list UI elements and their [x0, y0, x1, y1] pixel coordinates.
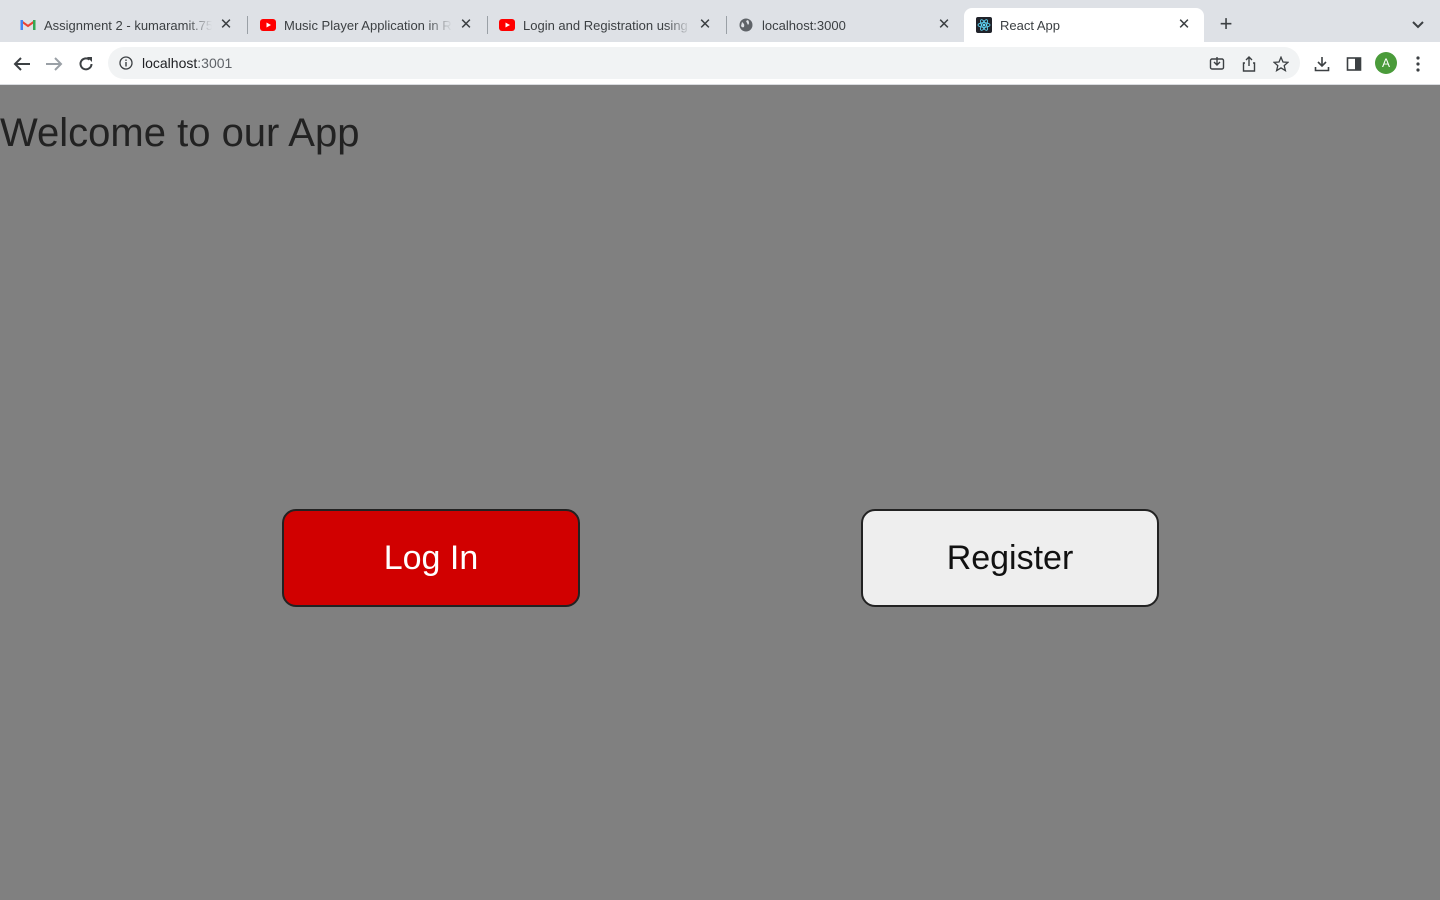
side-panel-icon[interactable]	[1343, 53, 1365, 75]
info-icon[interactable]	[118, 55, 134, 71]
profile-avatar[interactable]: A	[1375, 52, 1397, 74]
url-port: :3001	[197, 55, 233, 71]
tab-title: localhost:3000	[762, 17, 846, 33]
globe-icon	[738, 17, 754, 33]
page-title: Welcome to our App	[0, 111, 360, 155]
more-menu-icon[interactable]	[1407, 53, 1429, 75]
tab-title: Assignment 2 - kumaramit.75w	[44, 17, 212, 33]
tab-gmail[interactable]: Assignment 2 - kumaramit.75w ✕	[8, 8, 246, 42]
tab-music-player[interactable]: Music Player Application in React ✕	[248, 8, 486, 42]
share-icon[interactable]	[1239, 54, 1259, 74]
tab-login-registration[interactable]: Login and Registration using MERN ✕	[487, 8, 725, 42]
downloads-icon[interactable]	[1311, 53, 1333, 75]
browser-toolbar: localhost:3001 A	[0, 42, 1440, 85]
react-icon	[976, 17, 992, 33]
tab-strip: Assignment 2 - kumaramit.75w ✕ Music Pla…	[0, 0, 1440, 42]
gmail-icon	[20, 17, 36, 33]
tab-title: Login and Registration using MERN	[523, 17, 691, 33]
back-icon[interactable]	[9, 51, 35, 77]
install-app-icon[interactable]	[1207, 54, 1227, 74]
close-icon[interactable]: ✕	[218, 17, 234, 33]
close-icon[interactable]: ✕	[1176, 17, 1192, 33]
tab-title: React App	[1000, 17, 1060, 33]
reload-icon[interactable]	[73, 51, 99, 77]
bookmark-star-icon[interactable]	[1271, 54, 1291, 74]
close-icon[interactable]: ✕	[936, 17, 952, 33]
close-icon[interactable]: ✕	[697, 17, 713, 33]
new-tab-button[interactable]: +	[1213, 12, 1239, 38]
page-content: Welcome to our App Log In Register	[0, 85, 1440, 900]
tab-react-app[interactable]: React App ✕	[964, 8, 1204, 42]
close-icon[interactable]: ✕	[458, 17, 474, 33]
address-bar[interactable]: localhost:3001	[108, 47, 1300, 79]
chevron-down-icon[interactable]	[1406, 13, 1430, 37]
tab-title: Music Player Application in React	[284, 17, 452, 33]
register-button[interactable]: Register	[861, 509, 1159, 607]
login-button[interactable]: Log In	[282, 509, 580, 607]
forward-icon[interactable]	[41, 51, 67, 77]
youtube-icon	[499, 17, 515, 33]
tab-localhost-3000[interactable]: localhost:3000 ✕	[726, 8, 964, 42]
youtube-icon	[260, 17, 276, 33]
url-text: localhost:3001	[142, 55, 232, 71]
url-host: localhost	[142, 55, 198, 71]
